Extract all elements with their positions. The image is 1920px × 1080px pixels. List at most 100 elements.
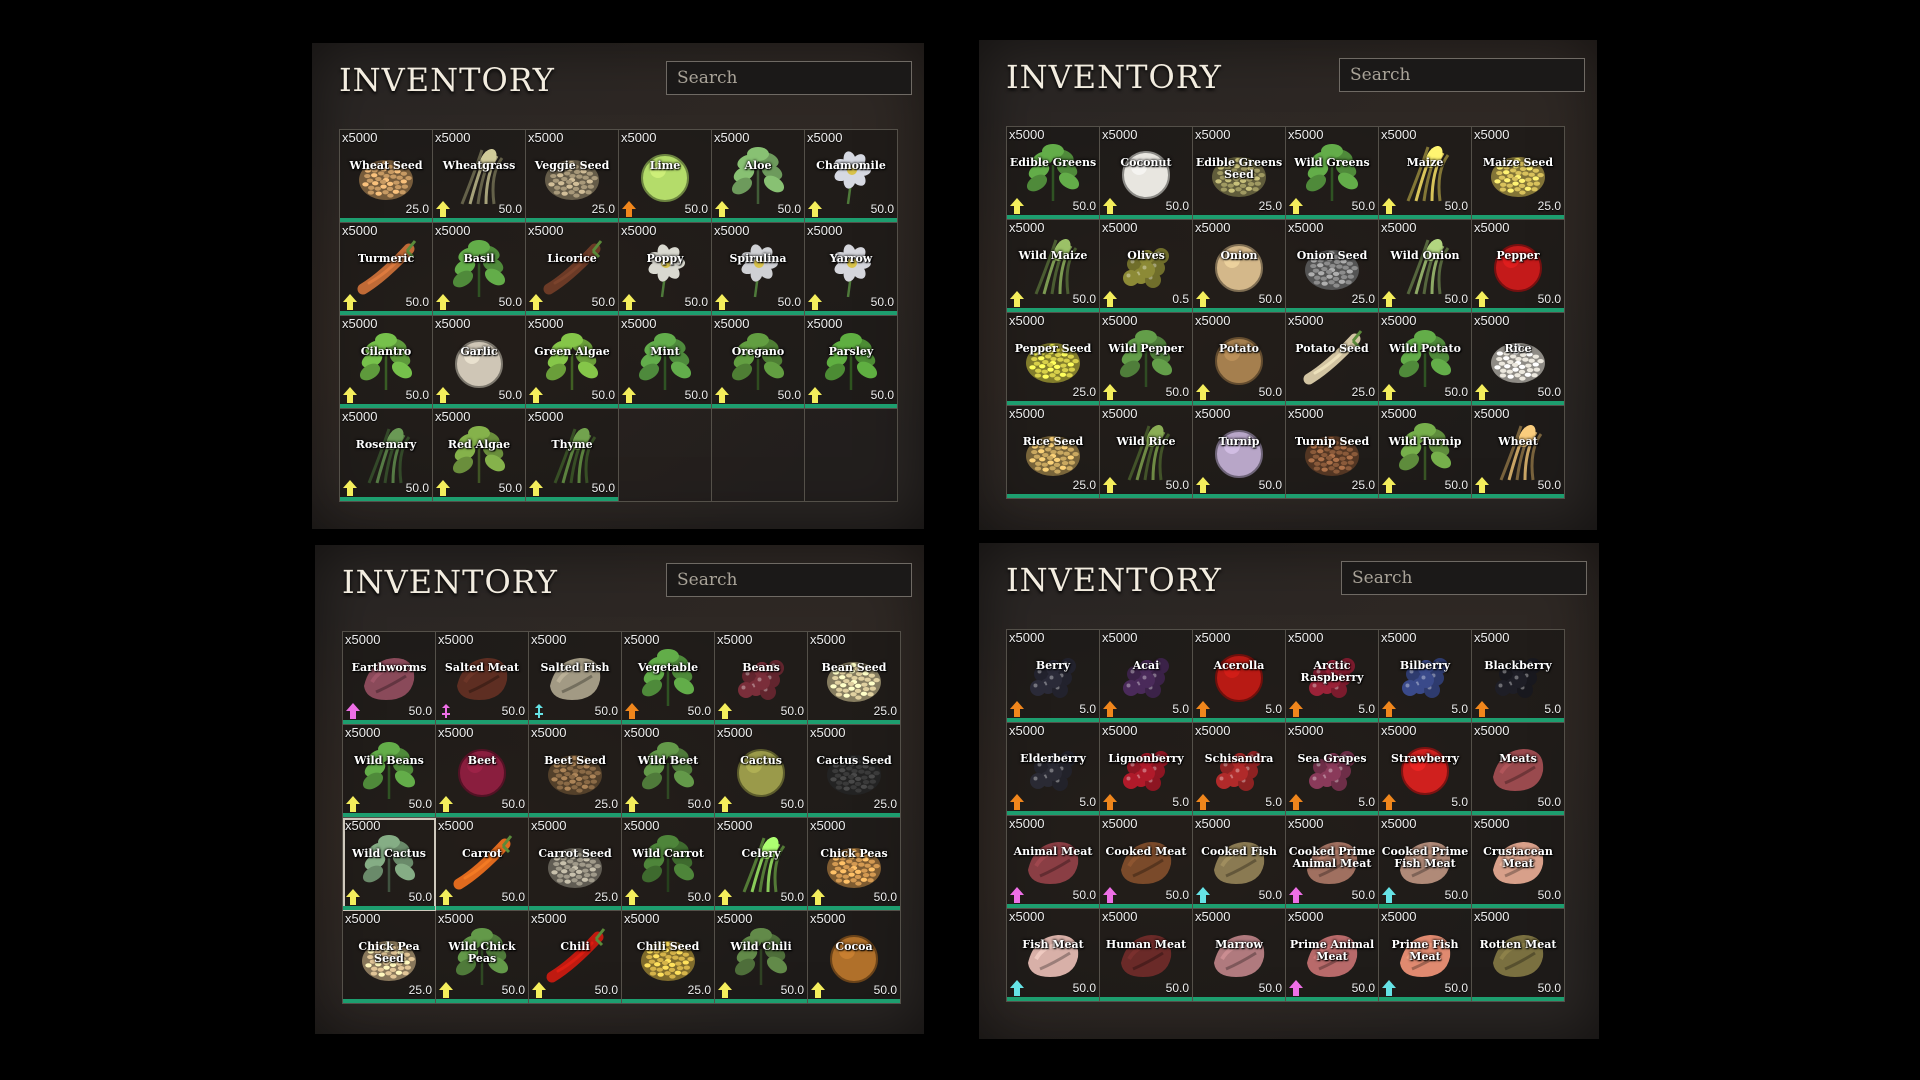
inventory-slot[interactable]: x5000 Wild Beans 50.0 — [343, 725, 436, 818]
inventory-slot[interactable]: x5000 Potato 50.0 — [1193, 313, 1286, 406]
inventory-slot[interactable]: x5000 Salted Fish 50.0 — [529, 632, 622, 725]
inventory-slot[interactable]: x5000 Edible Greens 50.0 — [1007, 127, 1100, 220]
inventory-slot[interactable]: x5000 Wild Chili 50.0 — [715, 911, 808, 1004]
inventory-slot[interactable]: x5000 Rice Seed 25.0 — [1007, 406, 1100, 499]
inventory-slot[interactable]: x5000 Veggie Seed 25.0 — [526, 130, 619, 223]
inventory-slot[interactable]: x5000 Aloe 50.0 — [712, 130, 805, 223]
inventory-slot[interactable]: x5000 Chili Seed 25.0 — [622, 911, 715, 1004]
search-input[interactable] — [1341, 561, 1587, 595]
inventory-slot[interactable]: x5000 Maize Seed 25.0 — [1472, 127, 1565, 220]
inventory-slot[interactable]: x5000 Rice 50.0 — [1472, 313, 1565, 406]
inventory-slot-empty[interactable] — [712, 409, 805, 502]
inventory-slot[interactable]: x5000 Animal Meat 50.0 — [1007, 816, 1100, 909]
inventory-slot[interactable]: x5000 Cooked Meat 50.0 — [1100, 816, 1193, 909]
inventory-slot[interactable]: x5000 Pepper Seed 25.0 — [1007, 313, 1100, 406]
inventory-slot[interactable]: x5000 Bean Seed 25.0 — [808, 632, 901, 725]
inventory-slot[interactable]: x5000 Wild Maize 50.0 — [1007, 220, 1100, 313]
inventory-slot[interactable]: x5000 Beet Seed 25.0 — [529, 725, 622, 818]
inventory-slot[interactable]: x5000 Celery 50.0 — [715, 818, 808, 911]
inventory-slot[interactable]: x5000 Rosemary 50.0 — [340, 409, 433, 502]
inventory-slot[interactable]: x5000 Human Meat 50.0 — [1100, 909, 1193, 1002]
inventory-slot[interactable]: x5000 Thyme 50.0 — [526, 409, 619, 502]
inventory-slot[interactable]: x5000 Parsley 50.0 — [805, 316, 898, 409]
inventory-slot[interactable]: x5000 Wild Potato 50.0 — [1379, 313, 1472, 406]
inventory-slot[interactable]: x5000 Turmeric 50.0 — [340, 223, 433, 316]
inventory-slot[interactable]: x5000 Green Algae 50.0 — [526, 316, 619, 409]
inventory-slot[interactable]: x5000 Oregano 50.0 — [712, 316, 805, 409]
inventory-slot[interactable]: x5000 Wild Cactus 50.0 — [343, 818, 436, 911]
inventory-slot[interactable]: x5000 Earthworms 50.0 — [343, 632, 436, 725]
inventory-slot[interactable]: x5000 Lime 50.0 — [619, 130, 712, 223]
inventory-slot[interactable]: x5000 Licorice 50.0 — [526, 223, 619, 316]
inventory-slot[interactable]: x5000 Carrot Seed 25.0 — [529, 818, 622, 911]
inventory-slot[interactable]: x5000 Sea Grapes 5.0 — [1286, 723, 1379, 816]
inventory-slot[interactable]: x5000 Wild Chick Peas 50.0 — [436, 911, 529, 1004]
inventory-slot[interactable]: x5000 Beet 50.0 — [436, 725, 529, 818]
inventory-slot[interactable]: x5000 Garlic 50.0 — [433, 316, 526, 409]
inventory-slot[interactable]: x5000 Turnip 50.0 — [1193, 406, 1286, 499]
inventory-slot[interactable]: x5000 Strawberry 5.0 — [1379, 723, 1472, 816]
inventory-slot[interactable]: x5000 Spirulina 50.0 — [712, 223, 805, 316]
inventory-slot[interactable]: x5000 Arctic Raspberry 5.0 — [1286, 630, 1379, 723]
inventory-slot[interactable]: x5000 Maize 50.0 — [1379, 127, 1472, 220]
inventory-slot[interactable]: x5000 Turnip Seed 25.0 — [1286, 406, 1379, 499]
inventory-slot[interactable]: x5000 Cactus 50.0 — [715, 725, 808, 818]
inventory-slot[interactable]: x5000 Wild Pepper 50.0 — [1100, 313, 1193, 406]
search-input[interactable] — [666, 61, 912, 95]
inventory-slot[interactable]: x5000 Chamomile 50.0 — [805, 130, 898, 223]
inventory-slot[interactable]: x5000 Berry 5.0 — [1007, 630, 1100, 723]
inventory-slot[interactable]: x5000 Salted Meat 50.0 — [436, 632, 529, 725]
inventory-slot[interactable]: x5000 Cilantro 50.0 — [340, 316, 433, 409]
inventory-slot[interactable]: x5000 Cooked Prime Fish Meat 50.0 — [1379, 816, 1472, 909]
inventory-slot[interactable]: x5000 Poppy 50.0 — [619, 223, 712, 316]
search-input[interactable] — [1339, 58, 1585, 92]
inventory-slot[interactable]: x5000 Mint 50.0 — [619, 316, 712, 409]
inventory-slot[interactable]: x5000 Schisandra 5.0 — [1193, 723, 1286, 816]
inventory-slot[interactable]: x5000 Cooked Prime Animal Meat 50.0 — [1286, 816, 1379, 909]
inventory-slot[interactable]: x5000 Carrot 50.0 — [436, 818, 529, 911]
inventory-slot[interactable]: x5000 Wild Carrot 50.0 — [622, 818, 715, 911]
inventory-slot[interactable]: x5000 Chick Peas 50.0 — [808, 818, 901, 911]
inventory-slot[interactable]: x5000 Elderberry 5.0 — [1007, 723, 1100, 816]
inventory-slot[interactable]: x5000 Wheat 50.0 — [1472, 406, 1565, 499]
inventory-slot[interactable]: x5000 Pepper 50.0 — [1472, 220, 1565, 313]
inventory-slot[interactable]: x5000 Basil 50.0 — [433, 223, 526, 316]
inventory-slot[interactable]: x5000 Prime Fish Meat 50.0 — [1379, 909, 1472, 1002]
inventory-slot-empty[interactable] — [619, 409, 712, 502]
inventory-slot[interactable]: x5000 Onion Seed 25.0 — [1286, 220, 1379, 313]
inventory-slot[interactable]: x5000 Rotten Meat 50.0 — [1472, 909, 1565, 1002]
inventory-slot[interactable]: x5000 Onion 50.0 — [1193, 220, 1286, 313]
inventory-slot[interactable]: x5000 Vegetable 50.0 — [622, 632, 715, 725]
inventory-slot[interactable]: x5000 Coconut 50.0 — [1100, 127, 1193, 220]
inventory-slot[interactable]: x5000 Cooked Fish 50.0 — [1193, 816, 1286, 909]
inventory-slot[interactable]: x5000 Cactus Seed 25.0 — [808, 725, 901, 818]
inventory-slot[interactable]: x5000 Acerolla 5.0 — [1193, 630, 1286, 723]
inventory-slot[interactable]: x5000 Lignonberry 5.0 — [1100, 723, 1193, 816]
inventory-slot[interactable]: x5000 Wild Beet 50.0 — [622, 725, 715, 818]
inventory-slot[interactable]: x5000 Chick Pea Seed 25.0 — [343, 911, 436, 1004]
inventory-slot[interactable]: x5000 Fish Meat 50.0 — [1007, 909, 1100, 1002]
inventory-slot[interactable]: x5000 Wild Greens 50.0 — [1286, 127, 1379, 220]
inventory-slot[interactable]: x5000 Crustacean Meat 50.0 — [1472, 816, 1565, 909]
inventory-slot[interactable]: x5000 Olives 0.5 — [1100, 220, 1193, 313]
inventory-slot[interactable]: x5000 Beans 50.0 — [715, 632, 808, 725]
inventory-slot[interactable]: x5000 Acai 5.0 — [1100, 630, 1193, 723]
inventory-slot[interactable]: x5000 Wild Onion 50.0 — [1379, 220, 1472, 313]
inventory-slot[interactable]: x5000 Blackberry 5.0 — [1472, 630, 1565, 723]
inventory-slot[interactable]: x5000 Prime Animal Meat 50.0 — [1286, 909, 1379, 1002]
inventory-slot[interactable]: x5000 Red Algae 50.0 — [433, 409, 526, 502]
inventory-slot[interactable]: x5000 Bilberry 5.0 — [1379, 630, 1472, 723]
inventory-slot[interactable]: x5000 Wheat Seed 25.0 — [340, 130, 433, 223]
inventory-slot[interactable]: x5000 Marrow 50.0 — [1193, 909, 1286, 1002]
inventory-slot[interactable]: x5000 Chili 50.0 — [529, 911, 622, 1004]
inventory-slot[interactable]: x5000 Wild Turnip 50.0 — [1379, 406, 1472, 499]
inventory-slot[interactable]: x5000 Meats 50.0 — [1472, 723, 1565, 816]
inventory-slot[interactable]: x5000 Cocoa 50.0 — [808, 911, 901, 1004]
inventory-slot-empty[interactable] — [805, 409, 898, 502]
search-input[interactable] — [666, 563, 912, 597]
inventory-slot[interactable]: x5000 Yarrow 50.0 — [805, 223, 898, 316]
inventory-slot[interactable]: x5000 Wild Rice 50.0 — [1100, 406, 1193, 499]
inventory-slot[interactable]: x5000 Potato Seed 25.0 — [1286, 313, 1379, 406]
inventory-slot[interactable]: x5000 Wheatgrass 50.0 — [433, 130, 526, 223]
inventory-slot[interactable]: x5000 Edible Greens Seed 25.0 — [1193, 127, 1286, 220]
